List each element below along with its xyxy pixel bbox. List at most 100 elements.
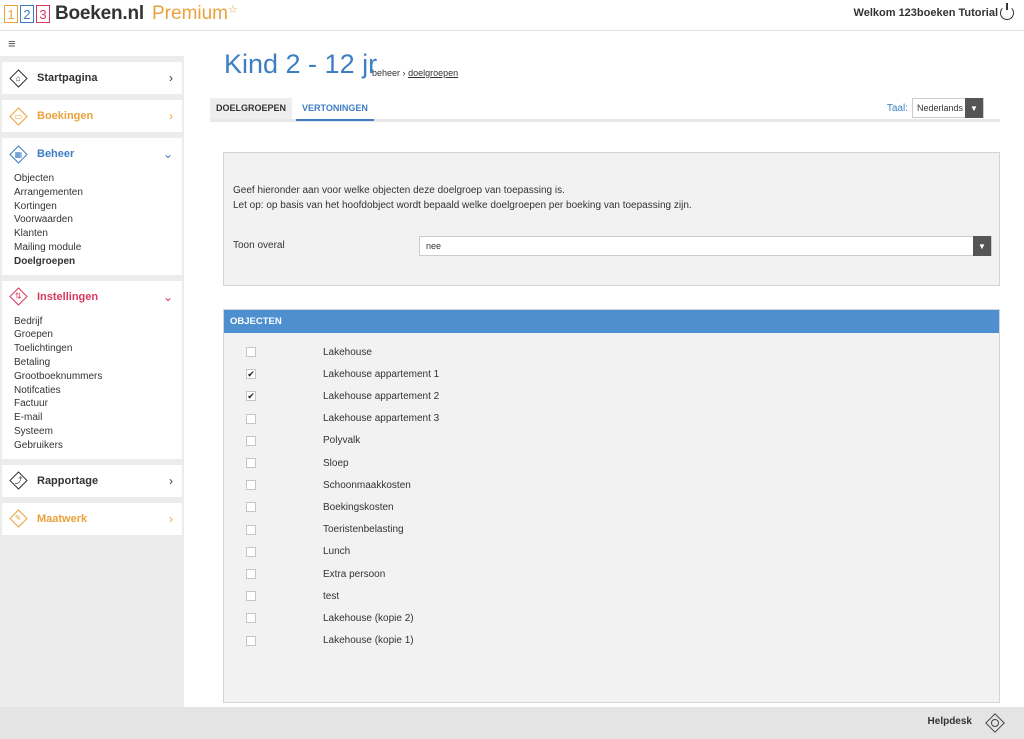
object-checkbox[interactable] [246,524,256,535]
instellingen-submenu: Bedrijf Groepen Toelichtingen Betaling G… [2,313,182,459]
intro-line-2: Let op: op basis van het hoofdobject wor… [233,200,692,211]
object-row: ✔ Lakehouse appartement 2 [246,388,439,404]
chevron-right-icon: › [169,473,173,488]
object-checkbox[interactable] [246,569,256,579]
submenu-item-bedrijf[interactable]: Bedrijf [14,315,182,329]
language-select[interactable]: Nederlands ▼ [912,98,984,118]
sidebar-item-maatwerk[interactable]: ✎ Maatwerk › [2,503,182,535]
submenu-item-kortingen[interactable]: Kortingen [14,200,182,214]
submenu-item-arrangementen[interactable]: Arrangementen [14,186,182,200]
calendar-icon: ▭ [9,106,28,126]
dropdown-arrow-icon: ▼ [965,98,983,118]
object-row: Toeristenbelasting [246,522,404,538]
sidebar-item-label: Startpagina [37,72,98,84]
menu-collapse-icon: ≡ [8,36,16,51]
chevron-right-icon: › [169,109,173,123]
dropdown-arrow-icon: ▼ [973,236,991,256]
object-row: Boekingskosten [246,499,394,515]
object-label: Lakehouse appartement 3 [323,413,440,425]
sidebar-collapse-button[interactable]: ≡ [0,31,184,56]
sidebar: ≡ ⌂ Startpagina › ▭ Boekingen › ▦ Beheer… [0,31,184,707]
object-checkbox[interactable]: ✔ [246,369,256,380]
sidebar-item-beheer[interactable]: ▦ Beheer ⌄ [2,138,182,170]
sidebar-item-startpagina[interactable]: ⌂ Startpagina › [2,62,182,94]
logo-digit-1: 1 [4,5,18,23]
sidebar-section-startpagina: ⌂ Startpagina › [2,62,182,94]
object-label: Lakehouse [323,346,372,358]
object-checkbox[interactable] [246,435,256,446]
sidebar-item-label: Beheer [37,148,75,160]
submenu-item-mailing-module[interactable]: Mailing module [14,241,182,255]
object-row: ✔ Lakehouse appartement 1 [246,366,439,382]
breadcrumb-root[interactable]: beheer [372,68,400,78]
object-row: Sloep [246,455,349,471]
submenu-item-systeem[interactable]: Systeem [14,425,182,439]
object-checkbox[interactable] [246,546,256,557]
object-label: Lakehouse (kopie 1) [323,635,414,647]
object-checkbox[interactable] [246,347,256,357]
submenu-item-gebruikers[interactable]: Gebruikers [14,439,182,453]
submenu-item-betaling[interactable]: Betaling [14,356,182,370]
sidebar-item-label: Instellingen [37,290,99,303]
sidebar-item-label: Maatwerk [37,512,88,525]
object-row: Lakehouse appartement 3 [246,411,439,427]
object-label: Schoonmaakkosten [323,479,411,491]
submenu-item-klanten[interactable]: Klanten [14,227,182,241]
object-row: Lakehouse [246,344,372,360]
intro-line-1: Geef hieronder aan voor welke objecten d… [233,185,565,196]
object-label: Polyvalk [323,435,361,447]
sidebar-item-boekingen[interactable]: ▭ Boekingen › [2,100,182,132]
object-checkbox[interactable] [246,591,256,602]
toon-overal-value: nee [426,241,442,251]
submenu-item-groepen[interactable]: Groepen [14,328,182,342]
helpdesk-link[interactable]: Helpdesk [928,716,972,727]
language-label: Taal: [886,102,908,114]
object-checkbox[interactable] [246,635,256,646]
objecten-panel: OBJECTEN Lakehouse ✔ Lakehouse appartement… [223,309,1000,703]
tab-doelgroepen[interactable]: DOELGROEPEN [210,98,293,119]
submenu-item-factuur[interactable]: Factuur [14,397,182,411]
submenu-item-toelichtingen[interactable]: Toelichtingen [14,342,182,356]
sidebar-section-maatwerk: ✎ Maatwerk › [2,502,182,535]
submenu-item-doelgroepen[interactable]: Doelgroepen [14,255,182,269]
submenu-item-notifcaties[interactable]: Notifcaties [14,384,182,398]
object-checkbox[interactable]: ✔ [246,391,256,402]
tab-vertoningen[interactable]: VERTONINGEN [296,98,374,121]
tab-bar: DOELGROEPEN VERTONINGEN [210,98,1000,122]
settings-panel: Geef hieronder aan voor welke objecten d… [223,152,1000,286]
object-label: Lakehouse (kopie 2) [323,612,414,624]
logo-digit-2: 2 [20,5,34,23]
welcome-user: Welkom 123boeken Tutorial [853,7,998,19]
object-checkbox[interactable] [246,502,256,513]
home-icon: ⌂ [9,68,28,88]
logo[interactable]: 1 2 3 Boeken.nl Premium☆ [4,3,238,25]
object-label: Extra persoon [323,568,386,580]
settings-icon: ⇅ [9,287,28,306]
beheer-submenu: Objecten Arrangementen Kortingen Voorwaa… [2,170,182,275]
objecten-header: OBJECTEN [224,310,999,333]
sidebar-section-instellingen: ⇅ Instellingen ⌄ Bedrijf Groepen Toelich… [2,280,182,459]
object-checkbox[interactable] [246,613,256,624]
top-bar: 1 2 3 Boeken.nl Premium☆ Welkom 123boeke… [0,0,1024,31]
submenu-item-e-mail[interactable]: E-mail [14,411,182,425]
toon-overal-label: Toon overal [233,240,285,251]
object-checkbox[interactable] [246,480,256,491]
custom-icon: ✎ [9,509,28,528]
chevron-right-icon: › [169,511,173,526]
intro-text: Geef hieronder aan voor welke objecten d… [233,183,692,213]
breadcrumb-current[interactable]: doelgroepen [408,68,458,78]
sidebar-item-instellingen[interactable]: ⇅ Instellingen ⌄ [2,281,182,313]
power-icon[interactable] [1000,3,1014,20]
toon-overal-select[interactable]: nee ▼ [419,236,992,256]
sidebar-item-rapportage[interactable]: ⤴ Rapportage › [2,465,182,497]
helpdesk-icon[interactable] [985,713,1005,733]
submenu-item-grootboeknummers[interactable]: Grootboeknummers [14,370,182,384]
object-checkbox[interactable] [246,458,256,468]
main-content: Kind 2 - 12 jr beheer › doelgroepen DOEL… [184,31,1024,707]
object-row: Lunch [246,544,350,560]
object-checkbox[interactable] [246,413,256,424]
object-label: test [323,590,340,602]
submenu-item-objecten[interactable]: Objecten [14,172,182,186]
breadcrumb-separator: › [402,68,406,78]
submenu-item-voorwaarden[interactable]: Voorwaarden [14,213,182,227]
